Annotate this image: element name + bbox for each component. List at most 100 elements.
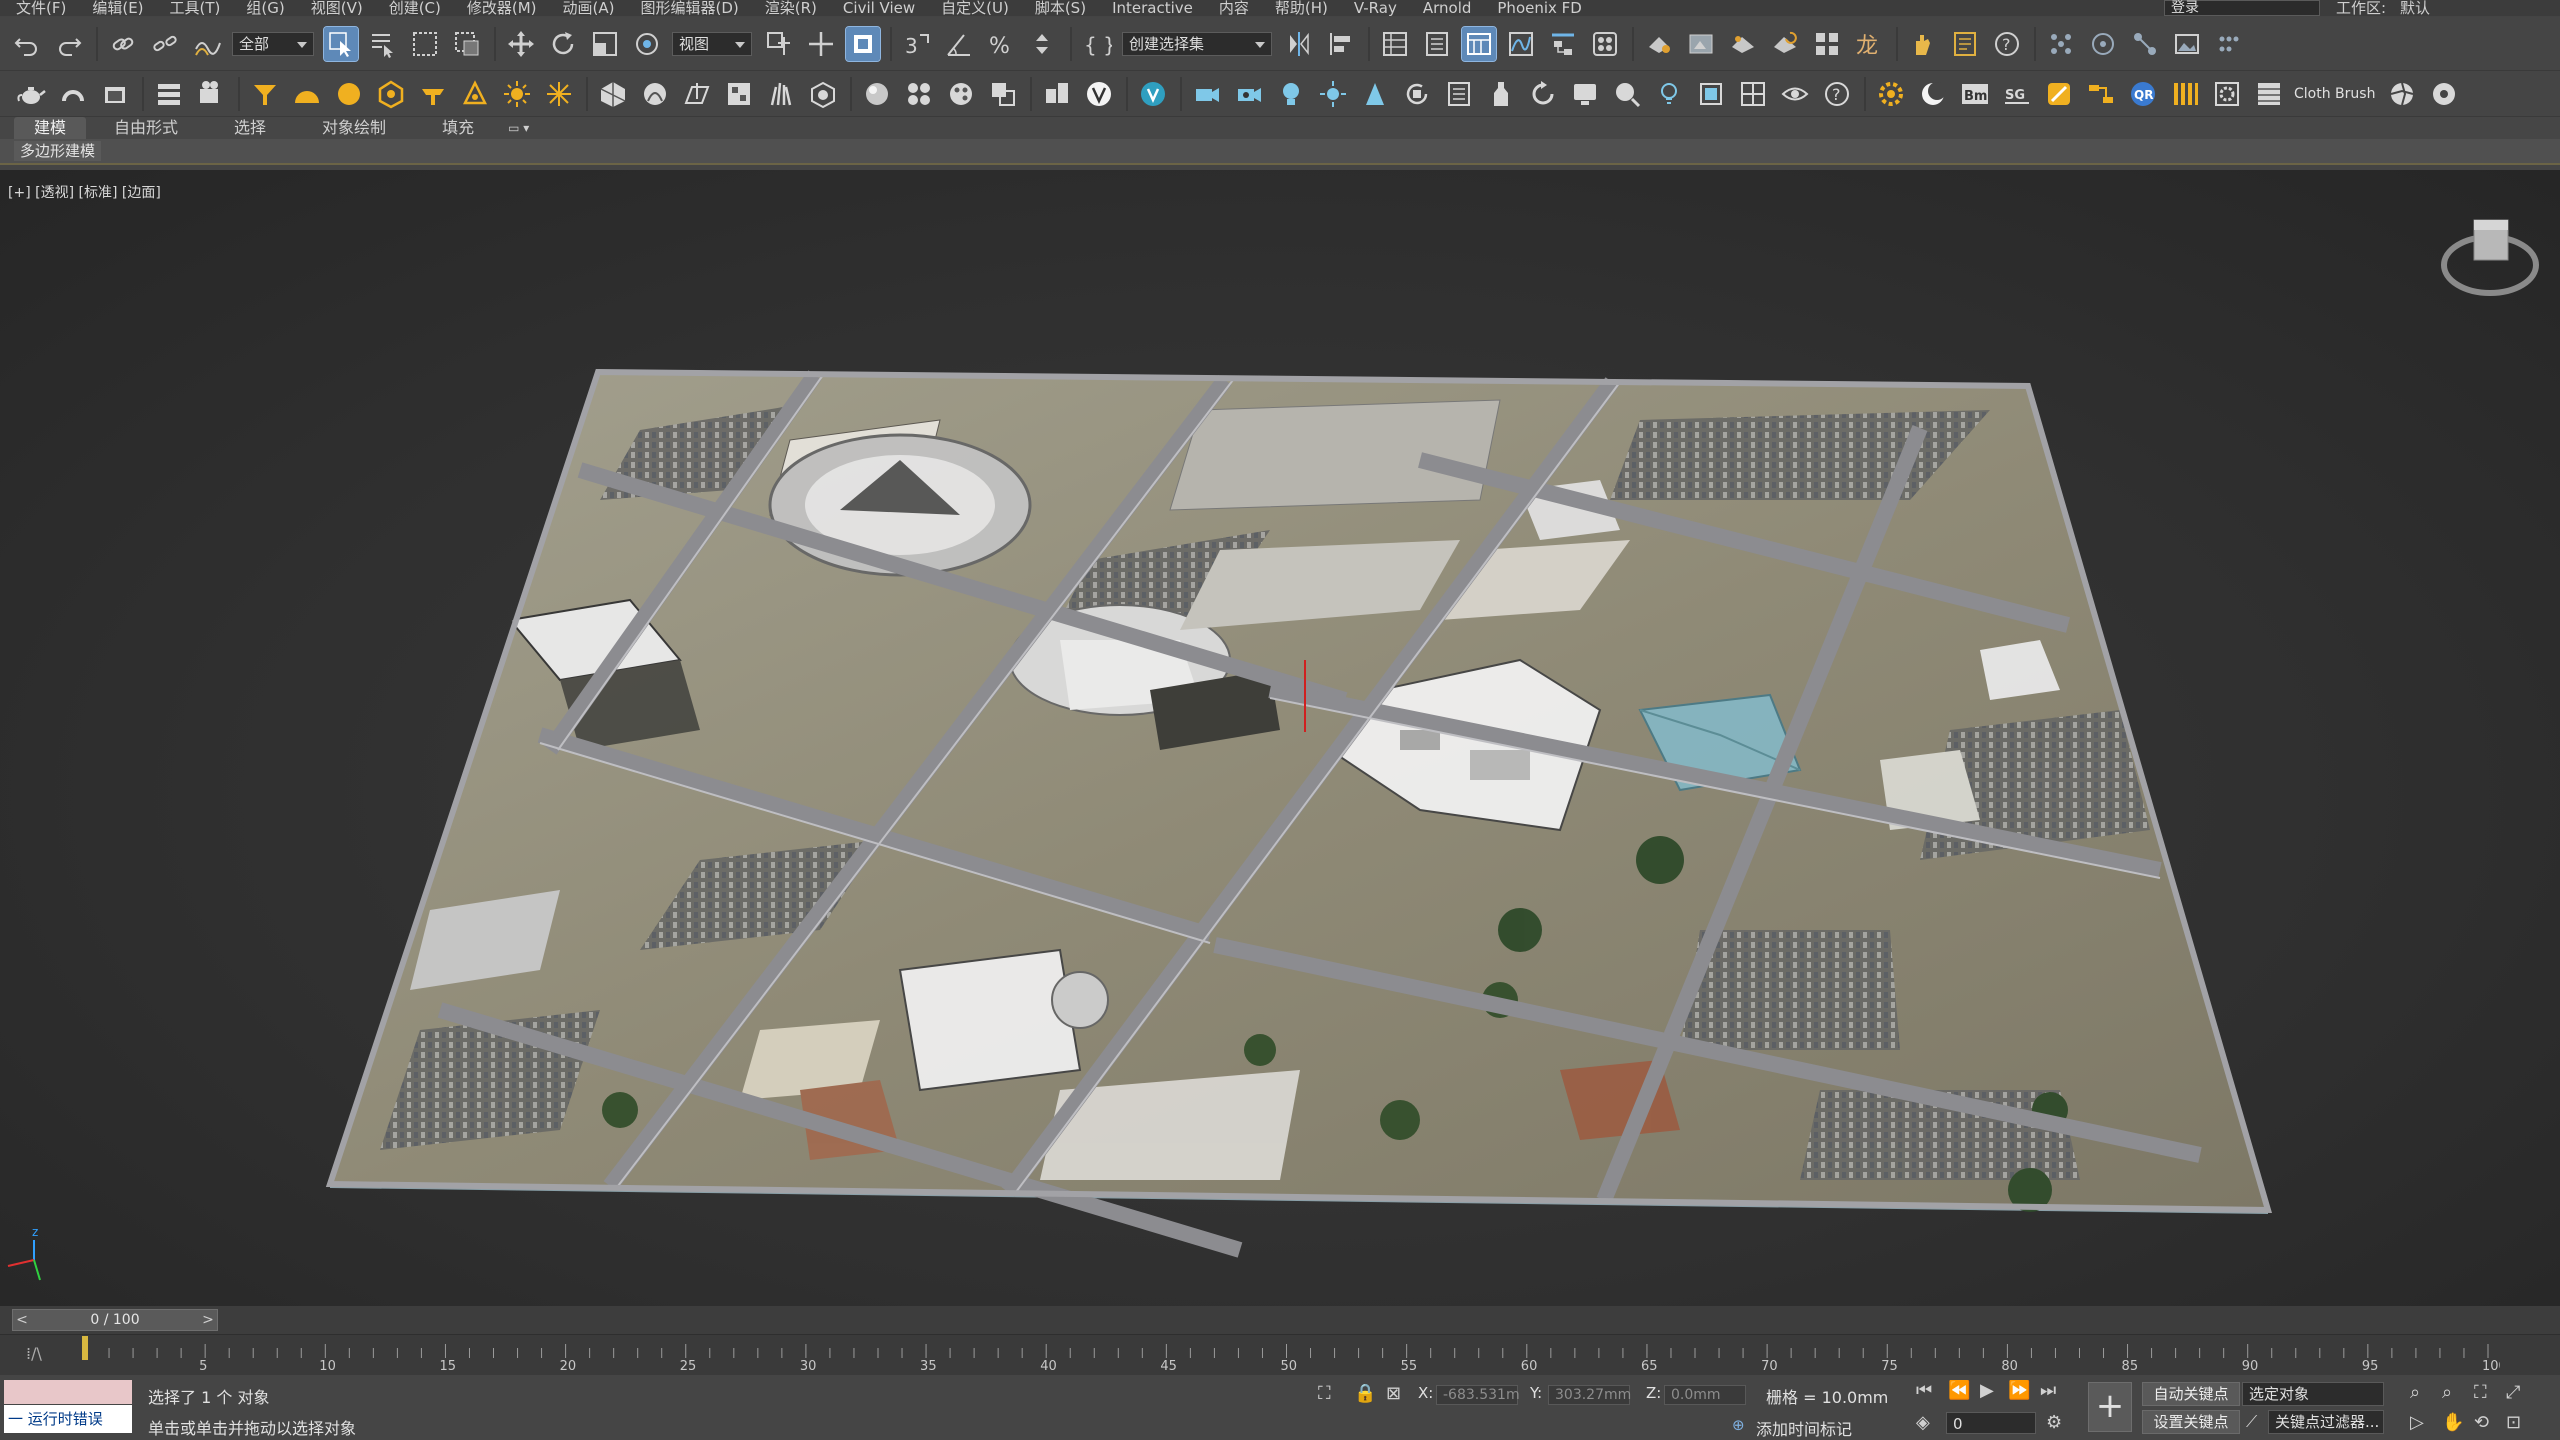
phoenix-gear-icon[interactable] xyxy=(1874,77,1908,111)
vertex-cluster-icon[interactable] xyxy=(2044,27,2078,61)
layers-icon[interactable] xyxy=(152,77,186,111)
auto-key-button[interactable]: 自动关键点 xyxy=(2142,1382,2240,1406)
tv-monitor-icon[interactable] xyxy=(1568,77,1602,111)
film-camera-icon[interactable] xyxy=(194,77,228,111)
reference-coordinate-dropdown[interactable]: 视图 xyxy=(672,31,752,56)
menu-item[interactable]: Arnold xyxy=(1410,0,1485,16)
key-mode-toggle-icon[interactable]: ◈ xyxy=(1916,1412,1930,1433)
bind-space-warp-icon[interactable] xyxy=(190,27,224,61)
bars-plugin-icon[interactable] xyxy=(2168,77,2202,111)
grid-dots-icon[interactable] xyxy=(2212,27,2246,61)
percent-snap-icon[interactable]: % xyxy=(984,27,1018,61)
teapot-icon[interactable] xyxy=(14,77,48,111)
polygon-modeling-panel[interactable]: 多边形建模 xyxy=(14,141,102,161)
menu-item[interactable]: 视图(V) xyxy=(298,0,376,16)
keyboard-shortcut-override-icon[interactable] xyxy=(845,25,881,62)
spot-light-icon[interactable] xyxy=(248,77,282,111)
zoom-extents-icon[interactable]: ⛶ xyxy=(2474,1382,2487,1403)
zoom-extents-all-icon[interactable]: ⤢ xyxy=(2506,1382,2520,1403)
hand-wave-icon[interactable] xyxy=(1906,27,1940,61)
menu-item[interactable]: Phoenix FD xyxy=(1484,0,1594,16)
go-to-start-icon[interactable]: ⏮ xyxy=(1916,1380,1932,1401)
lock-selection-icon[interactable]: 🔒 xyxy=(1354,1383,1376,1404)
redo-icon[interactable] xyxy=(52,27,86,61)
edit-named-selection-icon[interactable]: { } xyxy=(1080,27,1114,61)
snaps-toggle-icon[interactable]: 3 xyxy=(900,27,934,61)
menu-item[interactable]: 脚本(S) xyxy=(1022,0,1099,16)
selection-filter-dropdown[interactable]: 全部 xyxy=(232,31,314,56)
paint-icon[interactable] xyxy=(1610,77,1644,111)
sun-light-icon[interactable] xyxy=(500,77,534,111)
time-configuration-icon[interactable]: ⚙ xyxy=(2046,1412,2062,1433)
select-manipulate-icon[interactable] xyxy=(804,27,838,61)
set-key-button[interactable]: 设置关键点 xyxy=(2142,1410,2240,1434)
menu-item[interactable]: Interactive xyxy=(1099,0,1206,16)
menu-item[interactable]: 组(G) xyxy=(233,0,297,16)
torus-knot-icon[interactable] xyxy=(56,77,90,111)
eye-icon[interactable] xyxy=(1778,77,1812,111)
align-icon[interactable] xyxy=(1324,27,1358,61)
menu-item[interactable]: 工具(T) xyxy=(157,0,234,16)
next-frame-icon[interactable]: ⏩ xyxy=(2008,1380,2030,1401)
material-editor-icon[interactable] xyxy=(1588,27,1622,61)
target-spot-icon[interactable] xyxy=(1358,77,1392,111)
moon-icon[interactable] xyxy=(1916,77,1950,111)
viewcube[interactable] xyxy=(2441,219,2539,296)
vray-proxy-icon[interactable] xyxy=(596,77,630,111)
rotate-icon[interactable] xyxy=(546,27,580,61)
undo-icon[interactable] xyxy=(10,27,44,61)
menu-item[interactable]: 帮助(H) xyxy=(1262,0,1341,16)
tab-object-paint[interactable]: 对象绘制 xyxy=(294,117,414,139)
add-time-tag-icon[interactable]: ⊕ xyxy=(1732,1416,1745,1434)
runtime-error-field[interactable]: 一 运行时错误 xyxy=(4,1405,132,1433)
scale-icon[interactable] xyxy=(588,27,622,61)
tab-populate[interactable]: 填充 xyxy=(414,117,502,139)
rotate-view-icon[interactable] xyxy=(1400,77,1434,111)
frame-icon[interactable] xyxy=(1694,77,1728,111)
render-to-texture-icon[interactable] xyxy=(1810,27,1844,61)
bottle-icon[interactable] xyxy=(1484,77,1518,111)
material-library-icon[interactable] xyxy=(986,77,1020,111)
menu-item[interactable]: 内容 xyxy=(1206,0,1262,16)
brush-plugin-icon[interactable] xyxy=(2042,77,2076,111)
maxscript-listener-pink[interactable] xyxy=(4,1380,132,1404)
menu-item[interactable]: 文件(F) xyxy=(0,0,79,16)
ribbon-options-dropdown[interactable]: ▭ ▾ xyxy=(502,117,535,139)
workspace-dropdown[interactable]: 默认 xyxy=(2400,0,2430,16)
vray-plane-icon[interactable] xyxy=(680,77,714,111)
x-coord-field[interactable]: -683.531m xyxy=(1436,1385,1520,1405)
box-icon[interactable] xyxy=(98,77,132,111)
vray-grass-icon[interactable] xyxy=(764,77,798,111)
window-crossing-icon[interactable] xyxy=(450,27,484,61)
named-selection-dropdown[interactable]: 创建选择集 xyxy=(1122,31,1272,56)
bm-plugin-icon[interactable]: Bm xyxy=(1958,77,1992,111)
current-frame-field[interactable]: 0 xyxy=(1946,1412,2036,1434)
scene-explorer-icon[interactable] xyxy=(1378,27,1412,61)
vray-volume-icon[interactable] xyxy=(806,77,840,111)
unlink-icon[interactable] xyxy=(148,27,182,61)
orbit-icon[interactable]: ⟲ xyxy=(2474,1412,2489,1433)
table-plugin-icon[interactable] xyxy=(2252,77,2286,111)
select-object-icon[interactable] xyxy=(323,25,359,62)
cloth-brush-label[interactable]: Cloth Brush xyxy=(2294,86,2375,102)
vray-logo-icon[interactable] xyxy=(1082,77,1116,111)
dragon-icon[interactable]: 龙 xyxy=(1852,27,1886,61)
qr-plugin-icon[interactable]: QR xyxy=(2126,77,2160,111)
key-filter-icon[interactable]: ⟋ xyxy=(2246,1412,2257,1432)
tab-selection[interactable]: 选择 xyxy=(206,117,294,139)
mesh-light-icon[interactable] xyxy=(416,77,450,111)
camera-tool-icon[interactable] xyxy=(1190,77,1224,111)
dome-light-icon[interactable] xyxy=(290,77,324,111)
ambient-light-icon[interactable] xyxy=(458,77,492,111)
tab-freeform[interactable]: 自由形式 xyxy=(86,117,206,139)
orbit-target-icon[interactable] xyxy=(2086,27,2120,61)
help-icon[interactable]: ? xyxy=(1990,27,2024,61)
help-circle-icon[interactable]: ? xyxy=(1820,77,1854,111)
time-slider-prev-button[interactable]: < xyxy=(12,1309,32,1331)
menu-item[interactable]: 修改器(M) xyxy=(454,0,550,16)
window-split-icon[interactable] xyxy=(1736,77,1770,111)
refresh-cycle-icon[interactable] xyxy=(1526,77,1560,111)
pan-view-icon[interactable]: ✋ xyxy=(2442,1412,2464,1433)
move-icon[interactable] xyxy=(504,27,538,61)
y-coord-field[interactable]: 303.27mm xyxy=(1548,1385,1631,1405)
